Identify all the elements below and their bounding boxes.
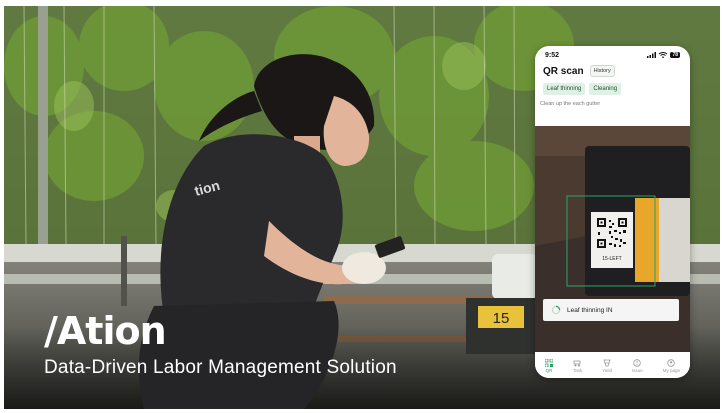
status-time: 9:52 [545,51,560,59]
loading-spinner-icon [551,305,561,315]
nav-item-issue[interactable]: Issue [632,359,643,373]
brand-block: /Ation Data-Driven Labor Management Solu… [44,311,397,379]
hero-banner: 15 tion /Ation Data-Driven Labor Managem… [4,6,720,409]
phone-app-mockup: 9:52 78 QR scan History Leaf thinning Cl… [535,46,690,378]
cart-icon [573,360,581,367]
nav-item-qr[interactable]: QR [544,359,553,373]
scan-status-toast: Leaf thinning IN [543,299,679,321]
alert-icon [633,359,642,367]
nav-item-yield[interactable]: Yield [602,359,612,373]
chip-cleaning[interactable]: Cleaning [589,83,622,95]
toast-text: Leaf thinning IN [567,306,613,314]
user-icon [667,359,676,367]
page-title: QR scan [543,65,584,77]
row-sign-number: 15 [493,310,510,327]
bottom-nav: QR Task Yield Issue My page [535,352,690,378]
chip-leaf-thinning[interactable]: Leaf thinning [543,83,586,95]
qr-icon [544,359,553,367]
signal-icon [647,52,657,58]
nav-item-task[interactable]: Task [573,359,582,373]
status-bar: 9:52 78 [535,48,690,62]
tagline: Data-Driven Labor Management Solution [44,357,397,378]
battery-icon: 78 [670,52,680,58]
scale-icon [603,359,611,367]
qr-code-label: 15-LEFT [602,256,621,262]
ation-logo: /Ation [44,309,167,353]
nav-item-my-page[interactable]: My page [663,359,680,373]
task-hint: Clean up the each gutter [540,101,601,107]
wifi-icon [659,52,668,58]
history-button[interactable]: History [589,65,615,77]
